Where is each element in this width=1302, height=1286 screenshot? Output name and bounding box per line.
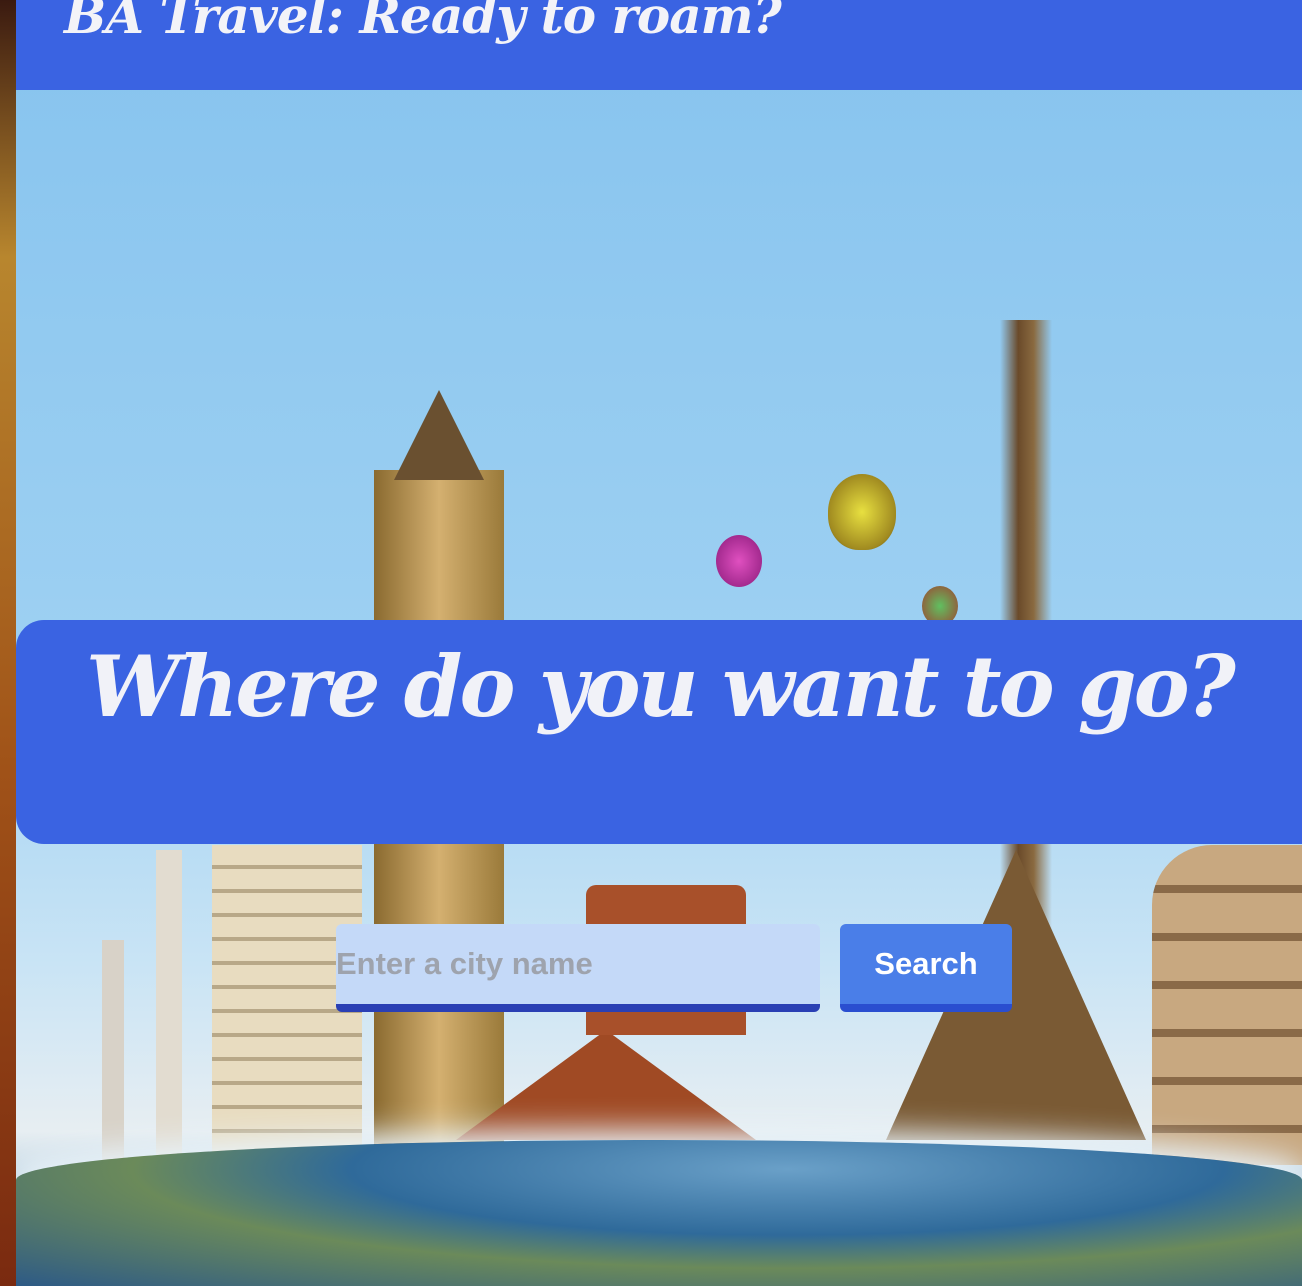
search-button[interactable]: Search — [840, 924, 1012, 1012]
minaret — [102, 940, 124, 1170]
globe — [16, 1140, 1302, 1286]
hero-heading: Where do you want to go? — [86, 637, 1236, 736]
minaret — [156, 850, 182, 1170]
balloon — [828, 474, 896, 550]
window-edge — [0, 0, 16, 1286]
site-header: BA Travel: Ready to roam? — [16, 0, 1302, 90]
colosseum — [1152, 845, 1302, 1165]
big-ben-spire — [394, 390, 484, 480]
hero-banner: Where do you want to go? — [16, 620, 1302, 844]
site-title: BA Travel: Ready to roam? — [64, 0, 782, 45]
city-search-input[interactable] — [336, 924, 820, 1012]
balloon — [716, 535, 762, 587]
mesa-rock — [456, 1030, 756, 1140]
